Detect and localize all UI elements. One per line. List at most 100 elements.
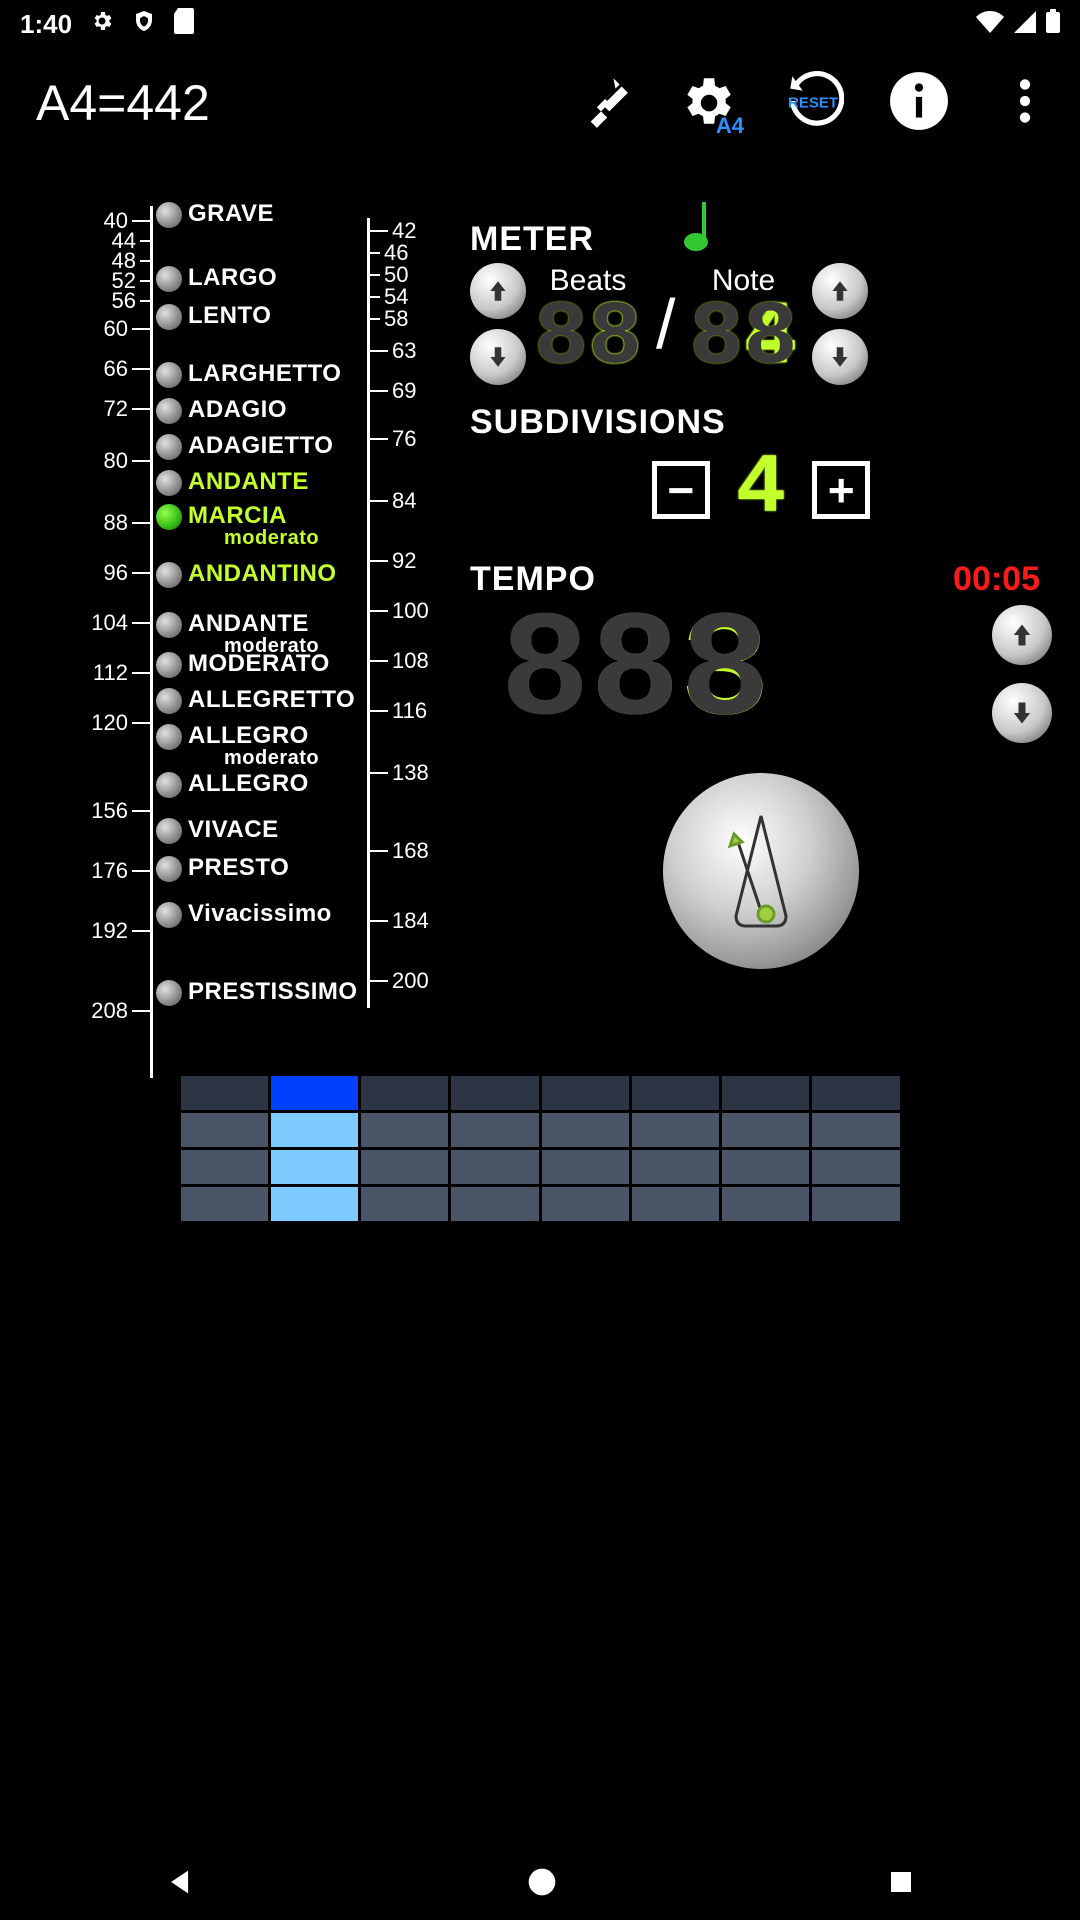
status-bar: 1:40 (0, 0, 1080, 48)
tempo-up-button[interactable] (992, 605, 1052, 665)
app-bar: A4=442 A4 RESET (0, 48, 1080, 158)
tempo-dot (156, 434, 182, 460)
tempo-label: ADAGIO (188, 398, 287, 422)
beat-cell[interactable] (722, 1150, 809, 1184)
nav-bar (0, 1848, 1080, 1920)
tempo-item[interactable]: ALLEGRETTO (156, 688, 355, 714)
scale-right-tick: 168 (370, 838, 429, 864)
reset-icon[interactable]: RESET (782, 70, 844, 137)
settings-a4-icon[interactable]: A4 (676, 70, 738, 137)
tempo-dot (156, 202, 182, 228)
tempo-scale[interactable]: 4044485256606672808896104112120156176192… (20, 198, 460, 1078)
note-up-button[interactable] (812, 263, 868, 319)
signal-icon (1014, 9, 1036, 40)
tempo-label: VIVACE (188, 818, 279, 842)
sub-minus-button[interactable]: − (652, 461, 710, 519)
beat-cell[interactable] (542, 1150, 629, 1184)
beat-cell[interactable] (181, 1113, 268, 1147)
scale-left-tick: 104 (91, 610, 150, 636)
scale-right-tick: 100 (370, 598, 429, 624)
beat-cell[interactable] (632, 1076, 719, 1110)
beat-cell[interactable] (632, 1187, 719, 1221)
tempo-item[interactable]: VIVACE (156, 818, 279, 844)
tempo-item[interactable]: LENTO (156, 304, 271, 330)
tempo-item[interactable]: ANDANTINO (156, 562, 337, 588)
note-down-button[interactable] (812, 329, 868, 385)
beat-cell[interactable] (632, 1150, 719, 1184)
app-title: A4=442 (36, 74, 210, 132)
tempo-dot (156, 398, 182, 424)
tempo-dot (156, 304, 182, 330)
beat-cell[interactable] (181, 1150, 268, 1184)
beat-cell[interactable] (361, 1076, 448, 1110)
nav-back-icon[interactable] (164, 1865, 198, 1904)
play-metronome-button[interactable] (663, 773, 859, 969)
scale-right-tick: 63 (370, 338, 416, 364)
scale-left-tick: 156 (91, 798, 150, 824)
info-icon[interactable] (888, 70, 950, 137)
nav-home-icon[interactable] (526, 1866, 558, 1903)
beat-grid[interactable] (181, 1076, 900, 1221)
tempo-item[interactable]: LARGHETTO (156, 362, 341, 388)
beat-cell[interactable] (542, 1113, 629, 1147)
tempo-item[interactable]: MARCIAmoderato (156, 504, 319, 548)
tempo-item[interactable]: ADAGIO (156, 398, 287, 424)
tempo-item[interactable]: ALLEGROmoderato (156, 724, 319, 768)
beat-cell[interactable] (361, 1113, 448, 1147)
beat-cell[interactable] (722, 1076, 809, 1110)
beat-cell[interactable] (451, 1187, 538, 1221)
beat-cell[interactable] (542, 1076, 629, 1110)
tuning-fork-icon[interactable] (570, 70, 632, 137)
more-icon[interactable] (994, 70, 1056, 137)
battery-icon (1046, 9, 1060, 40)
tempo-item[interactable]: LARGO (156, 266, 277, 292)
beats-up-button[interactable] (470, 263, 526, 319)
beat-cell[interactable] (271, 1187, 358, 1221)
subdivisions-heading: SUBDIVISIONS (470, 403, 1052, 442)
scale-right-tick: 76 (370, 426, 416, 452)
tempo-dot (156, 470, 182, 496)
tempo-label: LARGO (188, 266, 277, 290)
beats-down-button[interactable] (470, 329, 526, 385)
tempo-down-button[interactable] (992, 683, 1052, 743)
scale-left-tick: 56 (112, 288, 150, 314)
beat-cell[interactable] (812, 1150, 899, 1184)
tempo-item[interactable]: MODERATO (156, 652, 330, 678)
tempo-dot (156, 562, 182, 588)
tempo-item[interactable]: PRESTISSIMO (156, 980, 358, 1006)
beat-cell[interactable] (812, 1076, 899, 1110)
tempo-dot (156, 902, 182, 928)
meter-heading: METER (470, 220, 594, 259)
beat-cell[interactable] (632, 1113, 719, 1147)
beat-cell[interactable] (271, 1076, 358, 1110)
tempo-dot (156, 362, 182, 388)
tempo-item[interactable]: ADAGIETTO (156, 434, 333, 460)
beat-cell[interactable] (542, 1187, 629, 1221)
beat-cell[interactable] (181, 1187, 268, 1221)
beat-cell[interactable] (451, 1076, 538, 1110)
tempo-item[interactable]: GRAVE (156, 202, 274, 228)
beat-cell[interactable] (722, 1113, 809, 1147)
beat-cell[interactable] (451, 1150, 538, 1184)
sub-plus-button[interactable]: + (812, 461, 870, 519)
beat-cell[interactable] (181, 1076, 268, 1110)
tempo-dot (156, 504, 182, 530)
nav-recent-icon[interactable] (886, 1867, 916, 1902)
beat-cell[interactable] (271, 1113, 358, 1147)
tempo-item[interactable]: PRESTO (156, 856, 289, 882)
tempo-item[interactable]: ANDANTE (156, 470, 309, 496)
beat-cell[interactable] (812, 1113, 899, 1147)
controls: METER Beats 8888 / Note 8884 SUBDIVISION… (460, 198, 1080, 1046)
tempo-item[interactable]: ALLEGRO (156, 772, 309, 798)
beat-cell[interactable] (271, 1150, 358, 1184)
tempo-dot (156, 818, 182, 844)
wifi-icon (976, 9, 1004, 40)
scale-right-tick: 138 (370, 760, 429, 786)
beat-cell[interactable] (722, 1187, 809, 1221)
beat-cell[interactable] (812, 1187, 899, 1221)
scale-left-tick: 60 (104, 316, 150, 342)
beat-cell[interactable] (361, 1150, 448, 1184)
beat-cell[interactable] (361, 1187, 448, 1221)
beat-cell[interactable] (451, 1113, 538, 1147)
tempo-item[interactable]: Vivacissimo (156, 902, 332, 928)
